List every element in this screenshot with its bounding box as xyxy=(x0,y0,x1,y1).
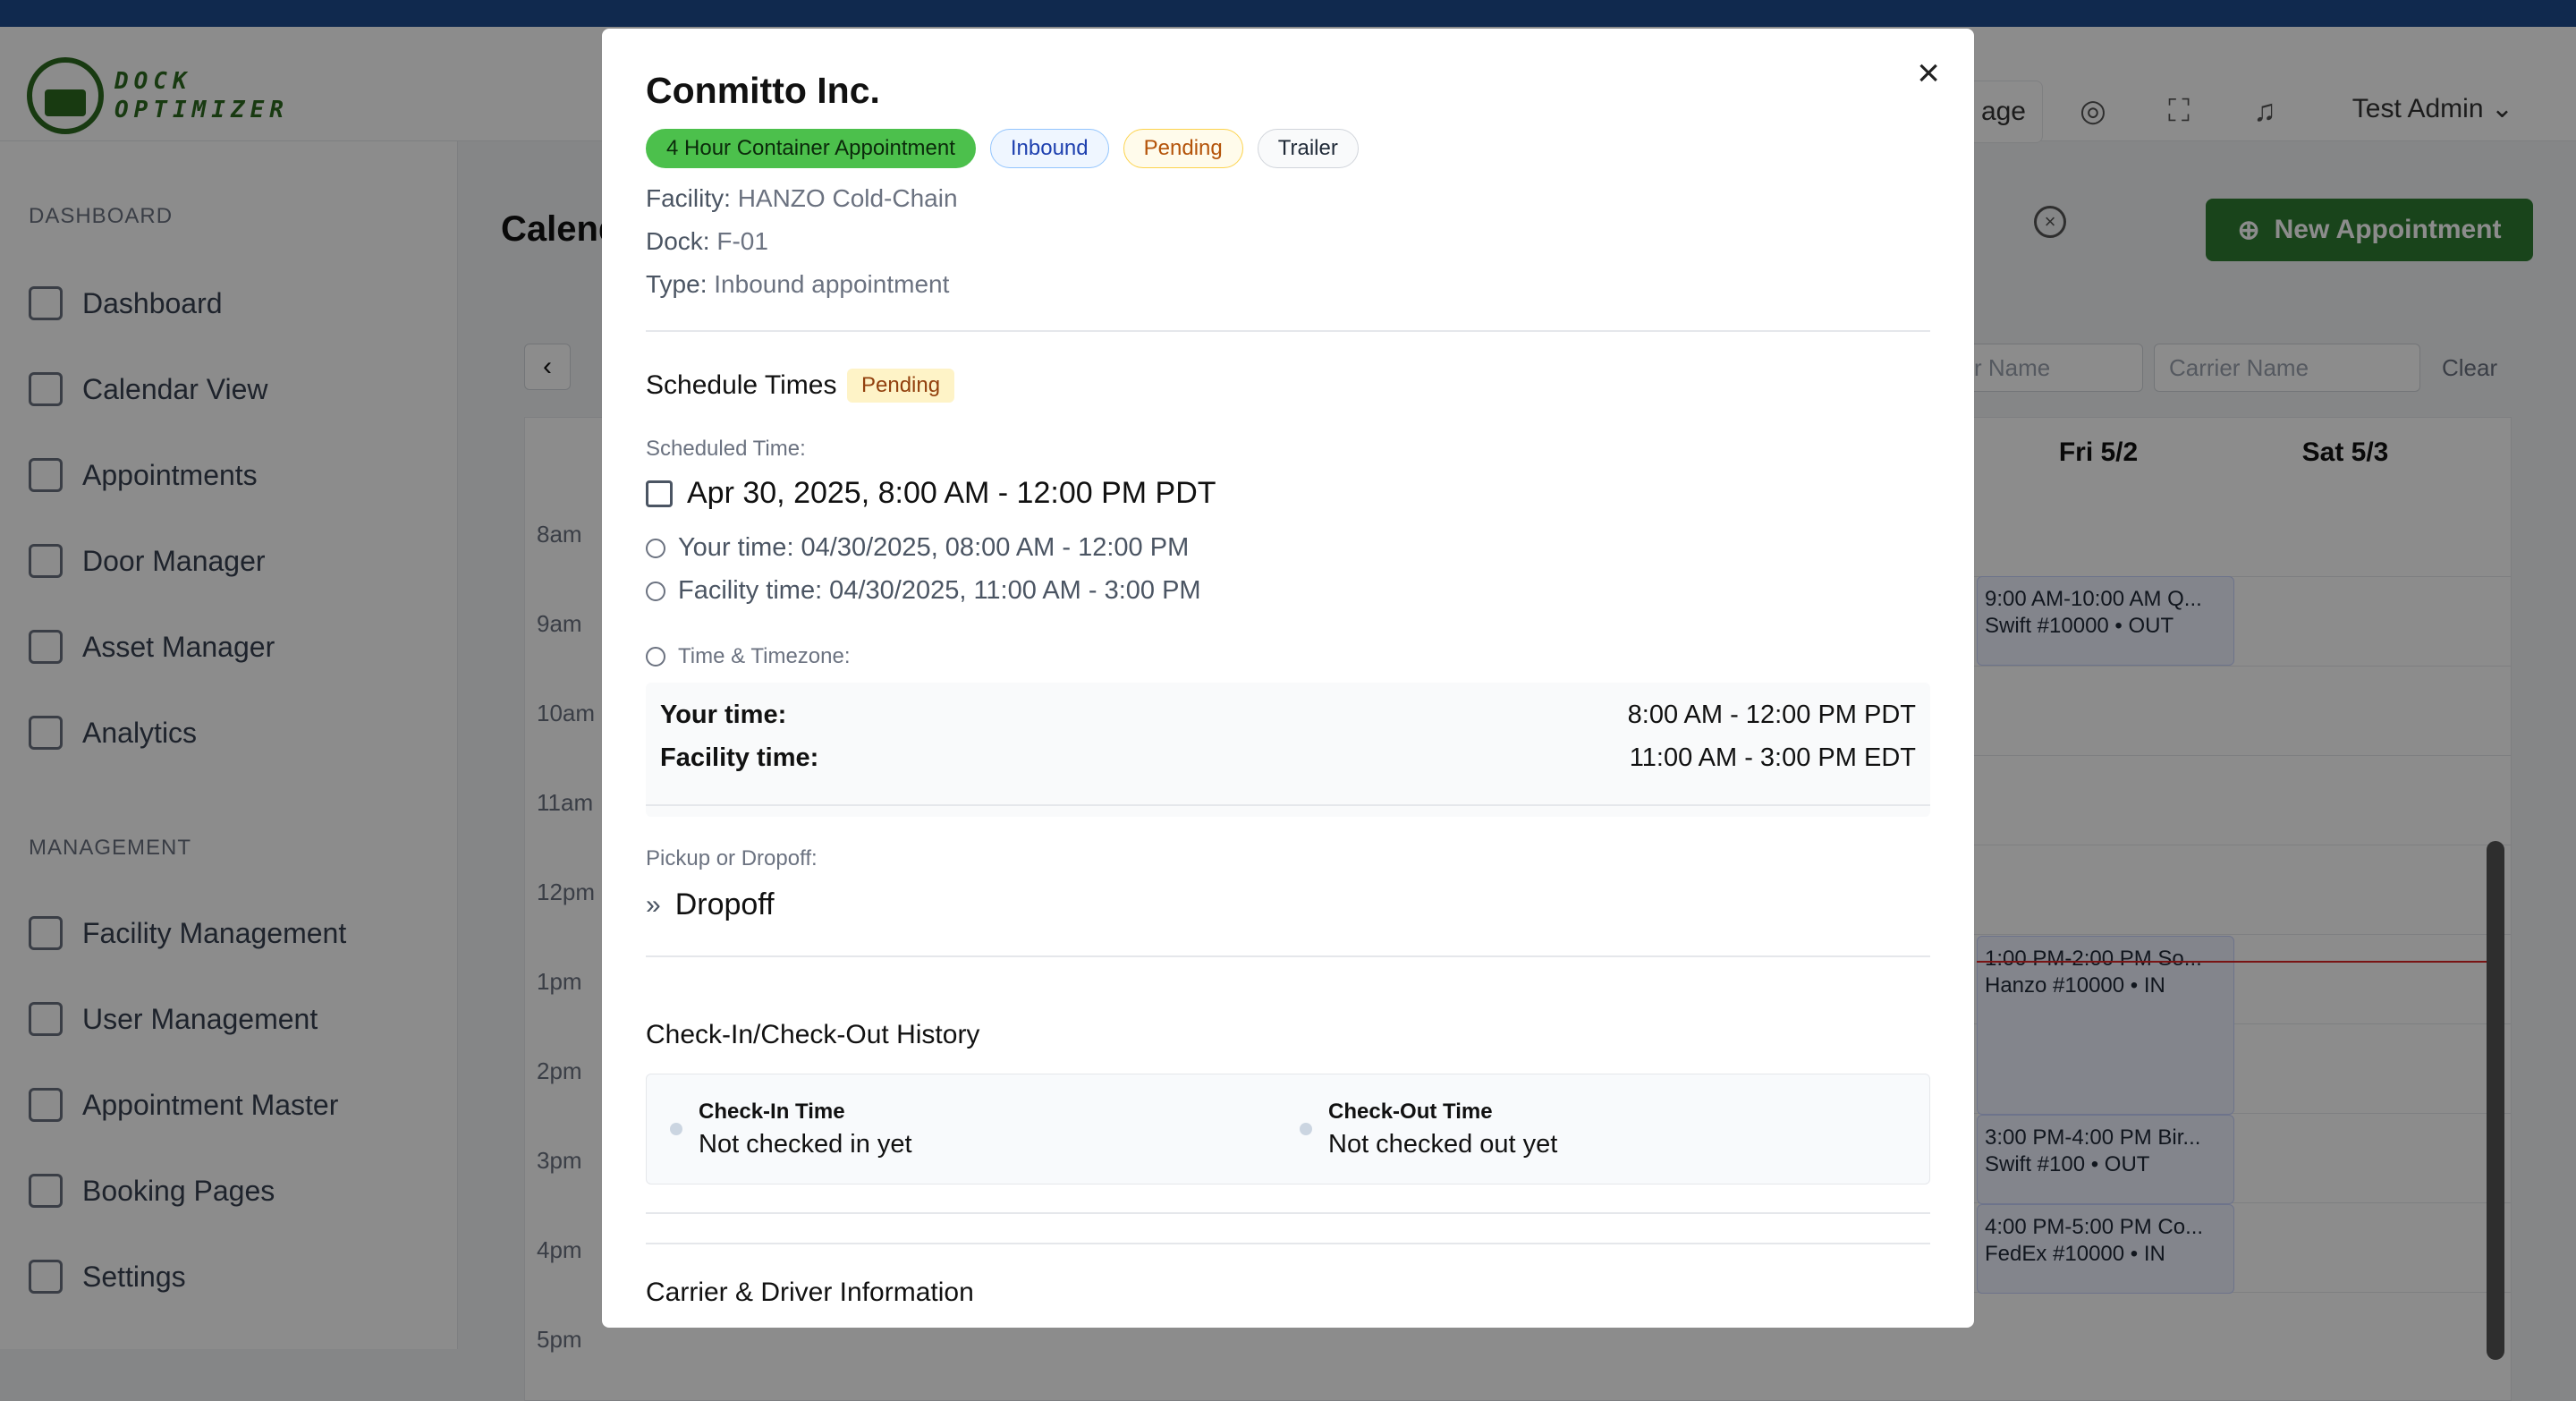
your-time-value: Your time: 04/30/2025, 08:00 AM - 12:00 … xyxy=(678,533,1190,562)
status-badge: Pending xyxy=(1123,129,1243,168)
pickup-value: Dropoff xyxy=(674,887,775,921)
type-label: Type: xyxy=(646,270,708,298)
scheduled-time-value: Apr 30, 2025, 8:00 AM - 12:00 PM PDT xyxy=(687,476,1216,510)
checkin-key: Check-In Time xyxy=(699,1100,845,1124)
timezone-label-row: Time & Timezone: xyxy=(646,644,851,669)
your-time-row: Your time: 04/30/2025, 08:00 AM - 12:00 … xyxy=(646,533,1189,563)
carrier-driver-title: Carrier & Driver Information xyxy=(646,1278,974,1307)
modal-title: Conmitto Inc. xyxy=(646,70,880,111)
divider xyxy=(646,1212,1930,1214)
chevrons-right-icon: » xyxy=(646,889,661,920)
timezone-label: Time & Timezone: xyxy=(678,644,851,668)
checkin-history-box: Check-In Time Not checked in yet Check-O… xyxy=(646,1074,1930,1184)
close-icon[interactable]: × xyxy=(1917,47,1940,100)
tz-your-key: Your time: xyxy=(660,700,787,729)
schedule-times-title: Schedule Times xyxy=(646,370,837,400)
status-dot xyxy=(670,1123,682,1135)
scheduled-time-row: Apr 30, 2025, 8:00 AM - 12:00 PM PDT xyxy=(646,476,1216,511)
status-dot xyxy=(1300,1123,1312,1135)
scheduled-time-label: Scheduled Time: xyxy=(646,437,806,461)
history-title: Check-In/Check-Out History xyxy=(646,1020,980,1049)
checkout-value: Not checked out yet xyxy=(1328,1130,1558,1159)
checkout-column: Check-Out Time Not checked out yet xyxy=(1300,1100,1558,1159)
type-line: Type: Inbound appointment xyxy=(646,270,949,299)
facility-time-row: Facility time: 04/30/2025, 11:00 AM - 3:… xyxy=(646,576,1201,606)
dock-line: Dock: F-01 xyxy=(646,227,768,256)
clock-icon xyxy=(646,647,665,667)
appointment-type-badge: 4 Hour Container Appointment xyxy=(646,129,976,168)
appointment-details-modal: × Conmitto Inc. 4 Hour Container Appoint… xyxy=(602,29,1974,1328)
tz-your-row: Your time: 8:00 AM - 12:00 PM PDT xyxy=(660,700,1916,730)
checkout-key: Check-Out Time xyxy=(1328,1100,1493,1124)
tz-facility-value: 11:00 AM - 3:00 PM EDT xyxy=(1629,743,1916,772)
facility-label: Facility: xyxy=(646,184,731,212)
tz-your-value: 8:00 AM - 12:00 PM PDT xyxy=(1627,700,1916,729)
timezone-box: Your time: 8:00 AM - 12:00 PM PDT Facili… xyxy=(646,683,1930,817)
type-value: Inbound appointment xyxy=(714,270,950,298)
tz-facility-key: Facility time: xyxy=(660,743,819,772)
divider xyxy=(646,804,1930,806)
dock-value: F-01 xyxy=(716,227,768,255)
checkin-value: Not checked in yet xyxy=(699,1130,912,1159)
divider xyxy=(646,1243,1930,1244)
clock-icon xyxy=(646,581,665,601)
divider xyxy=(646,330,1930,332)
calendar-icon xyxy=(646,480,673,507)
pickup-label: Pickup or Dropoff: xyxy=(646,846,818,870)
schedule-status-badge: Pending xyxy=(847,369,955,403)
equipment-badge: Trailer xyxy=(1257,129,1359,168)
facility-value: HANZO Cold-Chain xyxy=(737,184,958,212)
pickup-row: » Dropoff xyxy=(646,887,775,922)
checkin-column: Check-In Time Not checked in yet xyxy=(670,1100,912,1159)
direction-badge: Inbound xyxy=(989,129,1109,168)
tz-facility-row: Facility time: 11:00 AM - 3:00 PM EDT xyxy=(660,743,1916,773)
dock-label: Dock: xyxy=(646,227,710,255)
facility-time-value: Facility time: 04/30/2025, 11:00 AM - 3:… xyxy=(678,576,1201,605)
clock-icon xyxy=(646,538,665,558)
badge-row: 4 Hour Container Appointment Inbound Pen… xyxy=(646,129,1359,168)
divider xyxy=(646,955,1930,957)
facility-line: Facility: HANZO Cold-Chain xyxy=(646,184,958,213)
